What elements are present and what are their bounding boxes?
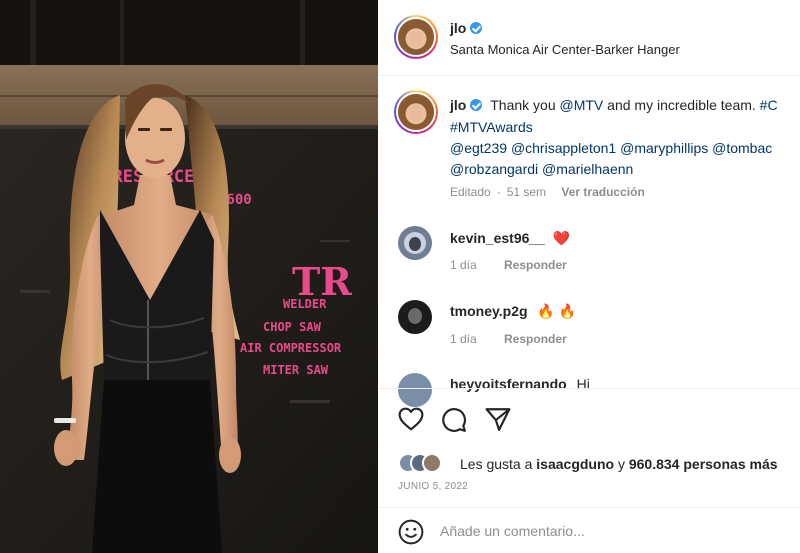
mention-link[interactable]: @marielhaenn <box>542 161 633 177</box>
mention-link[interactable]: @chrisappleton1 <box>511 140 616 156</box>
comment-age[interactable]: 1 día <box>450 332 477 346</box>
caption-username[interactable]: jlo <box>450 97 466 113</box>
sign-item-1: CHOP SAW <box>263 320 322 334</box>
paper-plane-icon[interactable] <box>485 407 511 431</box>
comment-age[interactable]: 1 día <box>450 258 477 272</box>
hashtag-cut[interactable]: #C <box>760 97 778 113</box>
comment-meta: 1 día Responder <box>450 332 567 346</box>
comment-text: tmoney.p2g 🔥 🔥 <box>450 303 576 320</box>
reply-button[interactable]: Responder <box>504 332 567 346</box>
mention-link[interactable]: @maryphillips <box>620 140 708 156</box>
sign-item-3: MITER SAW <box>263 363 329 377</box>
caption-line-3: @egt239 @chrisappleton1 @maryphillips @t… <box>450 138 772 159</box>
add-comment-input[interactable] <box>440 520 780 542</box>
post-photo-illustration: T RESOURCES 4600 TR WELDER CHOP SAW AIR … <box>0 0 378 553</box>
caption-line-2: #MTVAwards <box>450 117 533 138</box>
likes-middle: y <box>614 456 629 472</box>
mention-link[interactable]: @robzangardi <box>450 161 538 177</box>
add-comment-bar <box>378 507 800 553</box>
reply-button[interactable]: Responder <box>504 258 567 272</box>
post-detail-panel: jlo Santa Monica Air Center-Barker Hange… <box>378 0 800 553</box>
caption-text-prefix: Thank you <box>490 97 560 113</box>
verified-badge-icon <box>470 22 483 34</box>
smiley-icon[interactable] <box>398 519 424 545</box>
mention-link[interactable]: @egt239 <box>450 140 507 156</box>
caption-text-suffix: and my incredible team. <box>603 97 760 113</box>
commenter-username[interactable]: kevin_est96__ <box>450 230 545 246</box>
post-age[interactable]: 51 sem <box>507 185 546 199</box>
mention-mtv[interactable]: @MTV <box>560 97 604 113</box>
liker-username[interactable]: isaacgduno <box>536 456 614 472</box>
post-location[interactable]: Santa Monica Air Center-Barker Hanger <box>450 42 680 57</box>
verified-badge-icon <box>470 99 483 111</box>
sign-item-2: AIR COMPRESSOR <box>240 341 342 355</box>
caption-meta: Editado · 51 sem Ver traducción <box>450 185 645 199</box>
author-username[interactable]: jlo <box>450 20 466 36</box>
comment-meta: 1 día Responder <box>450 258 567 272</box>
see-translation-button[interactable]: Ver traducción <box>561 185 644 199</box>
post-photo[interactable]: T RESOURCES 4600 TR WELDER CHOP SAW AIR … <box>0 0 378 553</box>
likes-prefix: Les gusta a <box>460 456 537 472</box>
post-header: jlo Santa Monica Air Center-Barker Hange… <box>378 0 800 76</box>
caption-line-1: jlo Thank you @MTV and my incredible tea… <box>450 95 778 116</box>
heart-outline-icon[interactable] <box>398 407 424 431</box>
heart-emoji: ❤️ <box>552 230 571 246</box>
edited-label: Editado <box>450 185 491 199</box>
author-avatar[interactable] <box>394 15 438 59</box>
sign-item-0: WELDER <box>283 297 327 311</box>
caption-line-4: @robzangardi @marielhaenn <box>450 159 633 180</box>
liker-avatar[interactable] <box>422 453 442 473</box>
commenter-avatar[interactable] <box>398 226 432 260</box>
likes-summary: Les gusta a isaacgduno y 960.834 persona… <box>460 456 778 472</box>
hashtag-mtvawards[interactable]: #MTVAwards <box>450 119 533 135</box>
mention-link[interactable]: @tombac <box>712 140 772 156</box>
caption-author-avatar[interactable] <box>394 90 438 134</box>
post-actions-section: Les gusta a isaacgduno y 960.834 persona… <box>378 388 800 553</box>
post-date[interactable]: JUNIO 5, 2022 <box>398 481 468 492</box>
commenter-avatar[interactable] <box>398 300 432 334</box>
comment-text: kevin_est96__ ❤️ <box>450 230 570 247</box>
comment-bubble-icon[interactable] <box>441 407 467 433</box>
commenter-username[interactable]: tmoney.p2g <box>450 303 528 319</box>
likes-count-link[interactable]: 960.834 personas más <box>629 456 778 472</box>
fire-emoji: 🔥 🔥 <box>537 303 577 319</box>
